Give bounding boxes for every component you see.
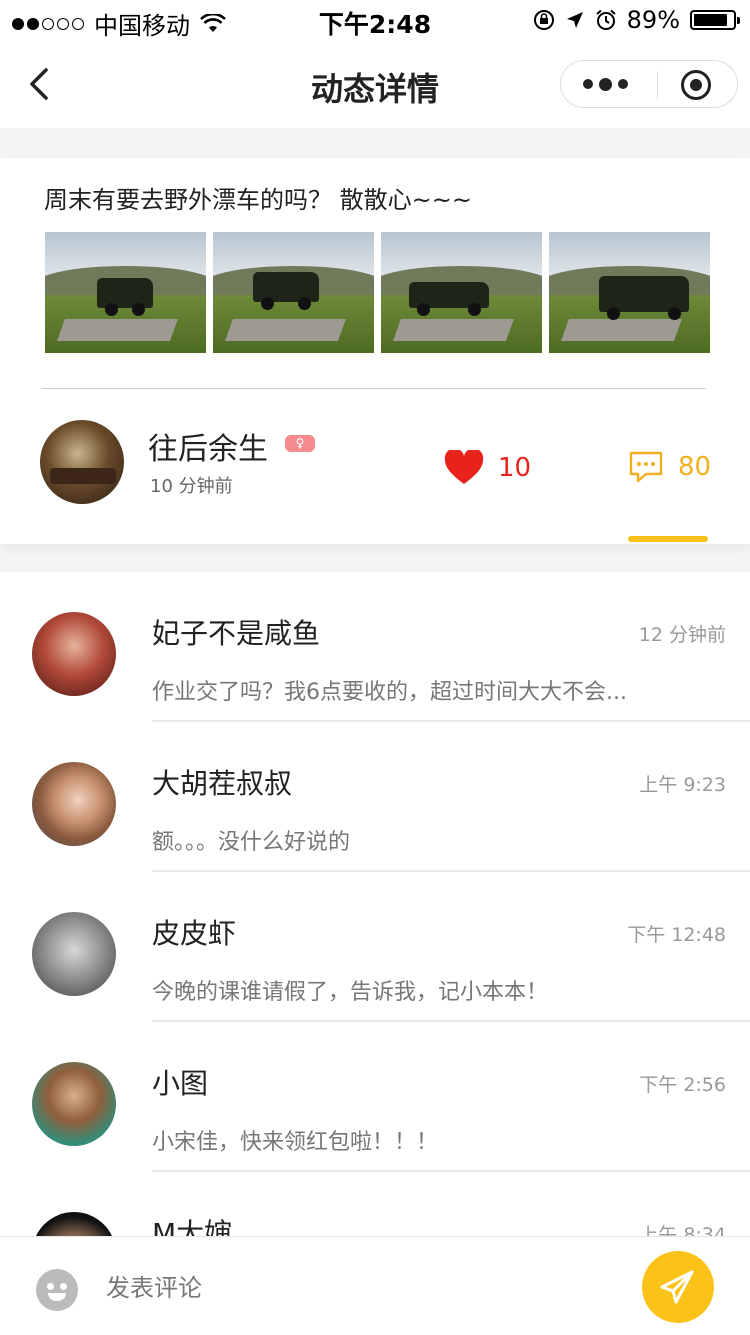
paper-plane-icon [660, 1270, 694, 1304]
comment-count: 80 [678, 452, 712, 482]
commenter-avatar[interactable] [32, 612, 116, 696]
commenter-avatar[interactable] [32, 762, 116, 846]
post-card: 周末有要去野外漂车的吗？ 散散心~~~ 往后余生 ♀ 10 分钟前 10 80 [0, 158, 750, 544]
location-arrow-icon [566, 12, 583, 28]
comment-text: 额。。。没什么好说的 [152, 830, 351, 855]
comment-item[interactable]: 妃子不是咸鱼 12 分钟前 作业交了吗？我6点要收的，超过时间大大不会... [0, 572, 750, 722]
female-gender-badge: ♀ [285, 435, 315, 452]
comment-text: 小宋佳，快来领红包啦！！！ [152, 1130, 439, 1155]
send-button[interactable] [642, 1251, 714, 1323]
commenter-name: 妃子不是咸鱼 [152, 617, 321, 650]
commenter-name: 小图 [152, 1067, 209, 1100]
author-name[interactable]: 往后余生 [148, 424, 268, 468]
author-avatar[interactable] [40, 420, 124, 504]
alarm-icon [595, 9, 616, 30]
battery-icon [690, 10, 740, 30]
emoji-face-icon[interactable] [36, 1269, 78, 1311]
comment-time: 上午 8:34 [639, 1224, 726, 1236]
comment-item[interactable]: M大婶 上午 8:34 [0, 1172, 750, 1236]
post-time: 10 分钟前 [150, 476, 233, 497]
post-image-3[interactable] [381, 232, 542, 353]
comment-item[interactable]: 皮皮虾 下午 12:48 今晚的课谁请假了，告诉我，记小本本！ [0, 872, 750, 1022]
comment-text: 今晚的课谁请假了，告诉我，记小本本！ [152, 980, 549, 1005]
more-dots-icon [583, 79, 593, 89]
rotation-lock-icon [533, 10, 554, 30]
post-image-gallery [45, 232, 710, 353]
comment-item[interactable]: 小图 下午 2:56 小宋佳，快来领红包啦！！！ [0, 1022, 750, 1172]
comment-input-bar [0, 1236, 750, 1335]
commenter-name: M大婶 [152, 1217, 233, 1236]
comment-text: 作业交了吗？我6点要收的，超过时间大大不会... [152, 680, 627, 705]
status-right: 89% [533, 6, 740, 34]
comment-input[interactable] [104, 1265, 588, 1311]
post-divider [42, 388, 706, 389]
like-button[interactable]: 10 [444, 450, 531, 486]
capsule-divider [657, 71, 658, 99]
comment-time: 下午 2:56 [639, 1074, 726, 1096]
status-bar: 中国移动 下午2:48 89% [0, 0, 750, 40]
comment-list: 妃子不是咸鱼 12 分钟前 作业交了吗？我6点要收的，超过时间大大不会... 大… [0, 572, 750, 1236]
post-image-1[interactable] [45, 232, 206, 353]
mini-program-capsule [560, 60, 738, 108]
comment-bubble-icon [629, 451, 663, 483]
heart-icon [444, 450, 484, 484]
comments-tab-indicator [628, 536, 708, 542]
comment-time: 上午 9:23 [639, 774, 726, 796]
more-options-button[interactable] [583, 71, 639, 97]
comment-time: 12 分钟前 [638, 624, 726, 646]
comment-time: 下午 12:48 [627, 924, 726, 946]
commenter-name: 皮皮虾 [152, 917, 237, 950]
battery-percent: 89% [626, 6, 680, 34]
navigation-bar: 动态详情 [0, 40, 750, 128]
post-image-4[interactable] [549, 232, 710, 353]
like-count: 10 [498, 453, 532, 483]
commenter-avatar[interactable] [32, 1062, 116, 1146]
commenter-name: 大胡茬叔叔 [152, 767, 293, 800]
post-text: 周末有要去野外漂车的吗？ 散散心~~~ [44, 186, 472, 214]
commenter-avatar[interactable] [32, 1212, 116, 1236]
post-image-2[interactable] [213, 232, 374, 353]
commenter-avatar[interactable] [32, 912, 116, 996]
close-program-button[interactable] [681, 70, 711, 100]
comment-item[interactable]: 大胡茬叔叔 上午 9:23 额。。。没什么好说的 [0, 722, 750, 872]
comments-tab[interactable]: 80 [628, 450, 711, 484]
